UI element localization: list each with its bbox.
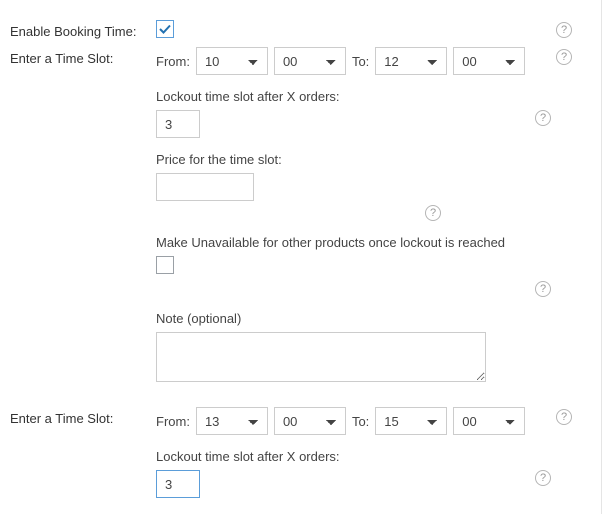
- slot1-to-min-select[interactable]: 00: [453, 47, 525, 75]
- help-icon[interactable]: ?: [535, 110, 551, 126]
- slot2-lockout-input[interactable]: [156, 470, 200, 498]
- slot2-lockout-label: Lockout time slot after X orders:: [156, 449, 551, 464]
- from-label: From:: [156, 54, 190, 69]
- slot1-note-label: Note (optional): [156, 311, 551, 326]
- enable-booking-time-checkbox[interactable]: [156, 20, 174, 38]
- check-icon: [158, 22, 172, 36]
- to-label: To:: [352, 54, 369, 69]
- slot2-to-min-select[interactable]: 00: [453, 407, 525, 435]
- from-label: From:: [156, 414, 190, 429]
- slot1-make-unavailable-checkbox[interactable]: [156, 256, 174, 274]
- enter-time-slot-label: Enter a Time Slot:: [10, 47, 156, 66]
- slot1-lockout-input[interactable]: [156, 110, 200, 138]
- slot1-note-textarea[interactable]: [156, 332, 486, 382]
- slot2-from-min-select[interactable]: 00: [274, 407, 346, 435]
- help-icon[interactable]: ?: [556, 409, 572, 425]
- slot1-from-hour-select[interactable]: 10: [196, 47, 268, 75]
- slot1-unavailable-label: Make Unavailable for other products once…: [156, 235, 551, 250]
- help-icon[interactable]: ?: [425, 205, 441, 221]
- slot1-from-min-select[interactable]: 00: [274, 47, 346, 75]
- help-icon[interactable]: ?: [556, 49, 572, 65]
- help-icon[interactable]: ?: [535, 470, 551, 486]
- to-label: To:: [352, 414, 369, 429]
- slot2-to-hour-select[interactable]: 15: [375, 407, 447, 435]
- help-icon[interactable]: ?: [535, 281, 551, 297]
- slot1-lockout-label: Lockout time slot after X orders:: [156, 89, 551, 104]
- slot1-price-input[interactable]: [156, 173, 254, 201]
- help-icon[interactable]: ?: [556, 22, 572, 38]
- slot1-to-hour-select[interactable]: 12: [375, 47, 447, 75]
- enable-booking-time-label: Enable Booking Time:: [10, 20, 156, 39]
- slot1-price-label: Price for the time slot:: [156, 152, 551, 167]
- slot2-from-hour-select[interactable]: 13: [196, 407, 268, 435]
- enter-time-slot-label: Enter a Time Slot:: [10, 407, 156, 426]
